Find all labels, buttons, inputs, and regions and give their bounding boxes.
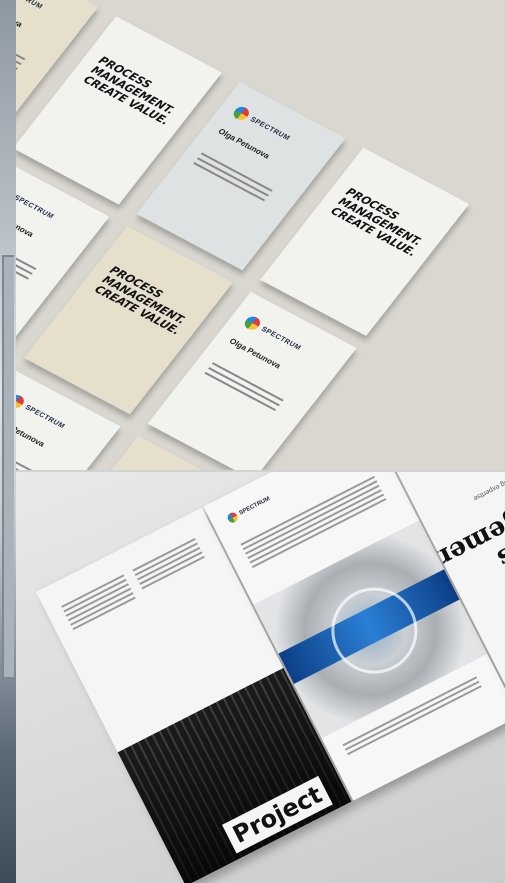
cards-grid: PROCESS MANAGEMENT. CREATE VALUE. SPECTR… bbox=[16, 0, 505, 470]
logo-word: SPECTRUM bbox=[259, 325, 303, 352]
cover-subline: full complex of engineering expertise bbox=[472, 472, 505, 502]
logo-word: SPECTRUM bbox=[238, 496, 272, 517]
logo-word: SPECTRUM bbox=[16, 194, 56, 221]
card-slogan: PROCESS MANAGEMENT. CREATE VALUE. bbox=[80, 54, 178, 128]
background-frame bbox=[2, 255, 14, 679]
brochure-logo: SPECTRUM bbox=[225, 494, 272, 525]
card-details bbox=[16, 230, 37, 283]
card-logo: SPECTRUM bbox=[16, 392, 69, 433]
logo-word: SPECTRUM bbox=[16, 0, 44, 10]
card-details bbox=[202, 362, 284, 414]
card-details bbox=[191, 152, 273, 205]
brochure-mockup: Project SPECTRUM SPECTRUM full complex o… bbox=[16, 472, 505, 883]
spectrum-logo-icon bbox=[225, 510, 240, 525]
card-logo: SPECTRUM bbox=[16, 0, 46, 13]
brochure-text bbox=[61, 574, 137, 633]
card-slogan: PROCESS MANAGEMENT. CREATE VALUE. bbox=[328, 185, 425, 260]
card-logo: SPECTRUM bbox=[16, 183, 57, 223]
business-cards-mockup: PROCESS MANAGEMENT. CREATE VALUE. SPECTR… bbox=[16, 0, 505, 470]
logo-word: SPECTRUM bbox=[23, 403, 67, 430]
trifold-brochure: Project SPECTRUM SPECTRUM full complex o… bbox=[36, 472, 505, 883]
brochure-text bbox=[132, 538, 206, 592]
card-slogan: PROCESS MANAGEMENT. CREATE VALUE. bbox=[91, 263, 189, 338]
logo-word: SPECTRUM bbox=[248, 115, 292, 142]
